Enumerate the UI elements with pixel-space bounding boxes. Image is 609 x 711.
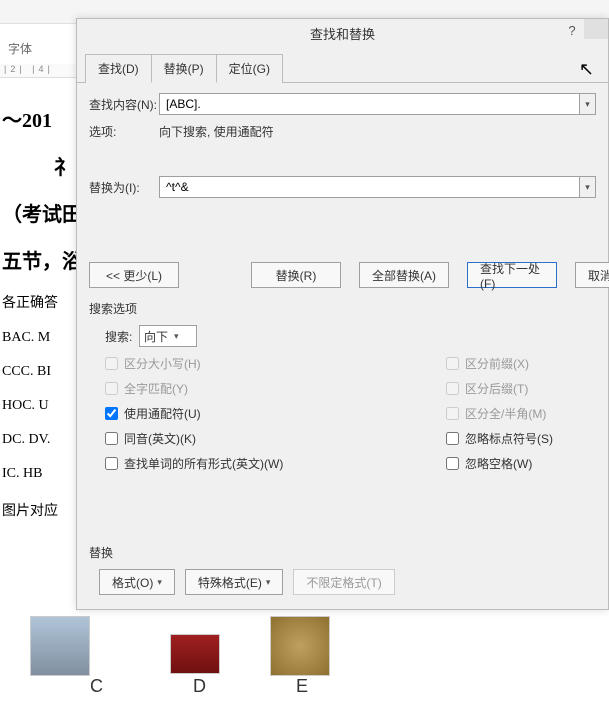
dialog-title: 查找和替换 xyxy=(310,24,375,43)
ribbon-group-label: 字体 xyxy=(8,40,32,57)
replace-dropdown-arrow[interactable]: ▾ xyxy=(580,176,596,198)
image-thumb xyxy=(270,616,330,676)
image-label: C xyxy=(90,676,103,697)
doc-text: 礻 xyxy=(2,151,74,180)
cb-match-case: 区分大小写(H) xyxy=(105,355,446,372)
cb-whole-word: 全字匹配(Y) xyxy=(105,380,446,397)
replace-all-button[interactable]: 全部替换(A) xyxy=(359,262,449,288)
find-label: 查找内容(N): xyxy=(89,96,159,113)
cancel-button[interactable]: 取消 xyxy=(575,262,609,288)
find-next-button[interactable]: 查找下一处(F) xyxy=(467,262,557,288)
chevron-down-icon: ▾ xyxy=(266,577,271,588)
options-value: 向下搜索, 使用通配符 xyxy=(159,123,274,140)
find-input[interactable] xyxy=(159,93,580,115)
replace-button[interactable]: 替换(R) xyxy=(251,262,341,288)
doc-text: CCC. BI xyxy=(2,364,74,380)
options-label: 选项: xyxy=(89,123,159,140)
help-button[interactable]: ? xyxy=(562,23,582,38)
chevron-down-icon: ▾ xyxy=(174,331,179,342)
doc-text: HOC. U xyxy=(2,398,74,414)
find-dropdown-arrow[interactable]: ▾ xyxy=(580,93,596,115)
cb-ignore-space[interactable]: 忽略空格(W) xyxy=(446,455,596,472)
cb-word-forms[interactable]: 查找单词的所有形式(英文)(W) xyxy=(105,455,446,472)
cb-wildcards[interactable]: 使用通配符(U) xyxy=(105,405,446,422)
format-button[interactable]: 格式(O)▾ xyxy=(99,569,175,595)
image-label: E xyxy=(296,676,308,697)
cb-prefix: 区分前缀(X) xyxy=(446,355,596,372)
find-replace-dialog: 查找和替换 ? ↖ 查找(D) 替换(P) 定位(G) 查找内容(N): ▾ 选… xyxy=(76,18,609,610)
close-button[interactable] xyxy=(584,19,608,39)
doc-text: （考试田 xyxy=(2,198,74,227)
less-button[interactable]: << 更少(L) xyxy=(89,262,179,288)
tab-replace[interactable]: 替换(P) xyxy=(151,54,217,83)
replace-label: 替换为(I): xyxy=(89,179,159,196)
no-format-button: 不限定格式(T) xyxy=(293,569,394,595)
doc-text: DC. DV. xyxy=(2,432,74,448)
search-direction-select[interactable]: 向下 ▾ xyxy=(139,325,197,347)
cb-sounds-like[interactable]: 同音(英文)(K) xyxy=(105,430,446,447)
doc-text: IC. HB xyxy=(2,466,74,482)
cb-ignore-punct[interactable]: 忽略标点符号(S) xyxy=(446,430,596,447)
tab-find[interactable]: 查找(D) xyxy=(85,54,152,83)
replace-input[interactable] xyxy=(159,176,580,198)
cb-suffix: 区分后缀(T) xyxy=(446,380,596,397)
doc-text: 各正确答 xyxy=(2,292,74,312)
tab-goto[interactable]: 定位(G) xyxy=(216,54,283,83)
cb-fullwidth: 区分全/半角(M) xyxy=(446,405,596,422)
search-direction-label: 搜索: xyxy=(105,328,139,345)
replace-section-label: 替换 xyxy=(89,544,596,561)
image-row: C D E xyxy=(30,610,430,697)
doc-text: 五节，浴 xyxy=(2,245,74,274)
doc-text: 图片对应 xyxy=(2,500,74,520)
dialog-titlebar[interactable]: 查找和替换 ? xyxy=(77,19,608,47)
image-thumb xyxy=(170,634,220,674)
special-format-button[interactable]: 特殊格式(E)▾ xyxy=(185,569,284,595)
image-thumb xyxy=(30,616,90,676)
tabstrip: 查找(D) 替换(P) 定位(G) xyxy=(77,47,608,83)
doc-text: ～201 xyxy=(2,104,74,133)
chevron-down-icon: ▾ xyxy=(157,577,162,588)
ruler: |2| |4| xyxy=(0,64,76,78)
search-options-label: 搜索选项 xyxy=(89,300,596,317)
doc-text: BAC. M xyxy=(2,330,74,346)
image-label: D xyxy=(193,676,206,697)
